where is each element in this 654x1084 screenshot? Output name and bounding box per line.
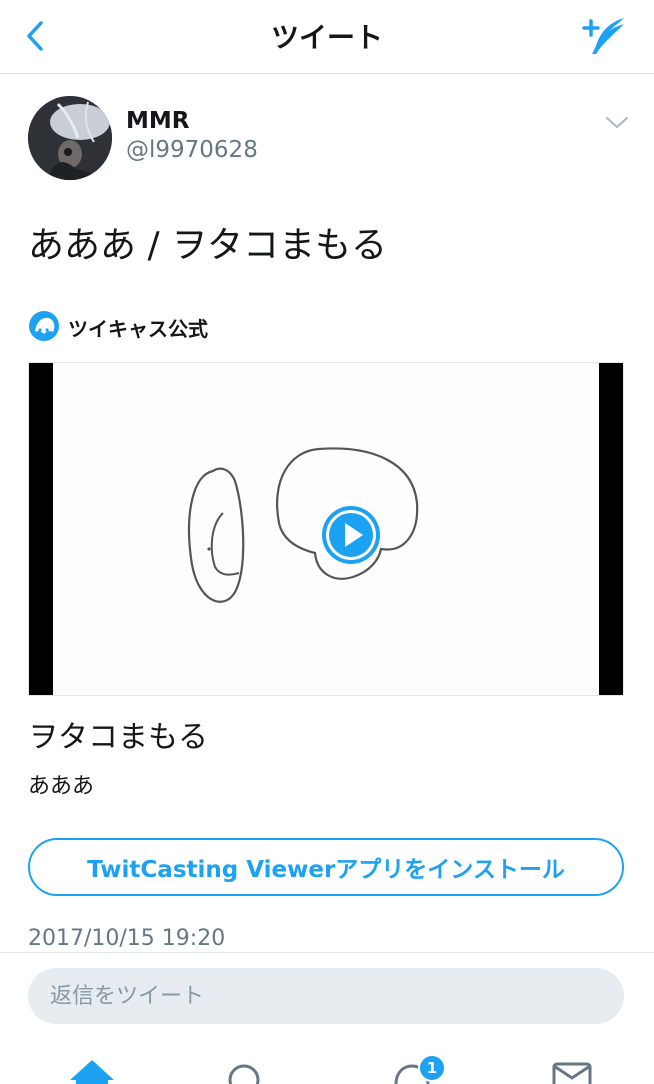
chevron-down-icon[interactable]	[604, 112, 630, 132]
avatar-image	[28, 96, 112, 180]
install-app-button-label: TwitCasting Viewerアプリをインストール	[87, 857, 565, 883]
video-player[interactable]	[28, 362, 624, 696]
reply-input[interactable]	[50, 968, 610, 1024]
twitcasting-logo-icon	[29, 311, 59, 341]
card-source-name: ツイキャス公式	[68, 317, 208, 341]
author-name[interactable]: MMR	[126, 108, 190, 134]
video-thumbnail	[53, 363, 601, 695]
page-title: ツイート	[270, 21, 383, 54]
author-handle[interactable]: @l9970628	[126, 137, 258, 163]
compose-tweet-icon[interactable]	[580, 14, 628, 58]
navigation-bar: ツイート	[0, 0, 654, 74]
play-icon[interactable]	[321, 505, 381, 565]
letterbox-left	[29, 363, 53, 695]
reply-box[interactable]	[28, 968, 624, 1024]
card-title[interactable]: ヲタコまもる	[28, 712, 208, 756]
notifications-badge: 1	[418, 1054, 446, 1082]
avatar[interactable]	[28, 96, 112, 180]
tweet-text: あああ / ヲタコまもる	[28, 225, 388, 266]
divider	[0, 952, 654, 953]
letterbox-right	[599, 363, 623, 695]
tweet-timestamp: 2017/10/15 19:20	[28, 926, 226, 951]
card-description: あああ	[28, 774, 95, 799]
install-app-button[interactable]: TwitCasting Viewerアプリをインストール	[28, 838, 624, 896]
